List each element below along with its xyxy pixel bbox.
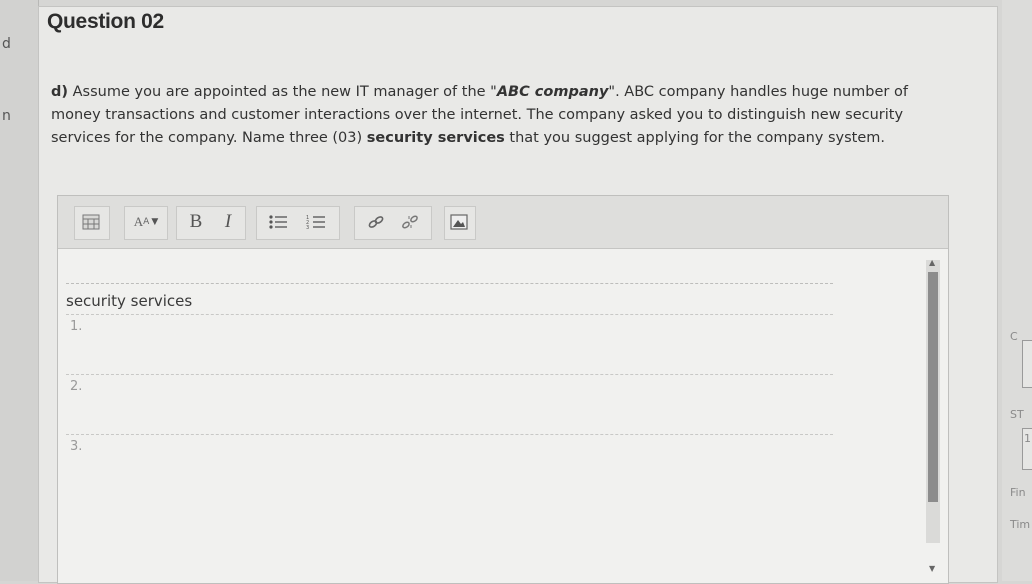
right-edge-text: C: [1010, 330, 1018, 343]
question-text-segment: that you suggest applying for the compan…: [504, 130, 886, 146]
editor-content[interactable]: security services 1. 2. 3.: [58, 249, 928, 583]
question-part-label: d): [51, 84, 69, 100]
table-icon[interactable]: [77, 208, 105, 236]
answer-table[interactable]: security services 1. 2. 3.: [66, 283, 833, 584]
unlink-icon[interactable]: [396, 208, 424, 236]
table-row[interactable]: 3.: [66, 434, 833, 493]
editor-scrollbar[interactable]: ▲ ▼: [926, 258, 940, 573]
italic-icon[interactable]: I: [214, 208, 242, 236]
left-sidebar-edge: d n: [0, 0, 39, 581]
table-row[interactable]: 2.: [66, 374, 833, 433]
table-row[interactable]: 1.: [66, 314, 833, 373]
scrollbar-thumb[interactable]: [928, 272, 938, 502]
left-edge-char: n: [2, 108, 11, 124]
right-edge-text: 1: [1024, 432, 1031, 445]
font-size-label: A: [133, 214, 144, 229]
scroll-down-icon[interactable]: ▼: [929, 564, 935, 573]
editor-toolbar: A A ▼ B I 123: [58, 196, 948, 249]
image-icon[interactable]: [445, 208, 473, 236]
security-services-phrase: security services: [366, 130, 505, 146]
question-title: Question 02: [47, 10, 164, 33]
table-header-cell[interactable]: security services: [66, 292, 192, 310]
right-edge-text: Tim: [1010, 518, 1031, 531]
answer-editor: A A ▼ B I 123 security services 1. 2. 3.…: [57, 195, 949, 584]
question-text-segment: Assume you are appointed as the new IT m…: [68, 84, 497, 100]
row-number: 3.: [70, 439, 83, 454]
right-edge-box: [1022, 340, 1032, 388]
italic-label: I: [224, 211, 232, 232]
question-panel: Question 02 d) Assume you are appointed …: [38, 6, 998, 584]
numbered-list-icon[interactable]: 123: [302, 208, 330, 236]
bold-icon[interactable]: B: [182, 208, 210, 236]
scroll-up-icon[interactable]: ▲: [929, 258, 935, 267]
left-edge-char: d: [2, 36, 11, 52]
bullet-list-icon[interactable]: [264, 208, 292, 236]
row-number: 2.: [70, 379, 83, 394]
row-number: 1.: [70, 319, 83, 334]
question-text: d) Assume you are appointed as the new I…: [51, 81, 931, 150]
right-sidebar-edge: C ST 1 Fin Tim: [1002, 0, 1032, 581]
svg-text:3: 3: [306, 225, 309, 230]
link-icon[interactable]: [362, 208, 390, 236]
right-edge-text: Fin: [1010, 486, 1026, 499]
font-size-icon[interactable]: A A ▼: [128, 208, 164, 236]
company-name: ABC company: [496, 84, 609, 100]
right-edge-text: ST: [1010, 408, 1024, 421]
bold-label: B: [189, 211, 203, 232]
